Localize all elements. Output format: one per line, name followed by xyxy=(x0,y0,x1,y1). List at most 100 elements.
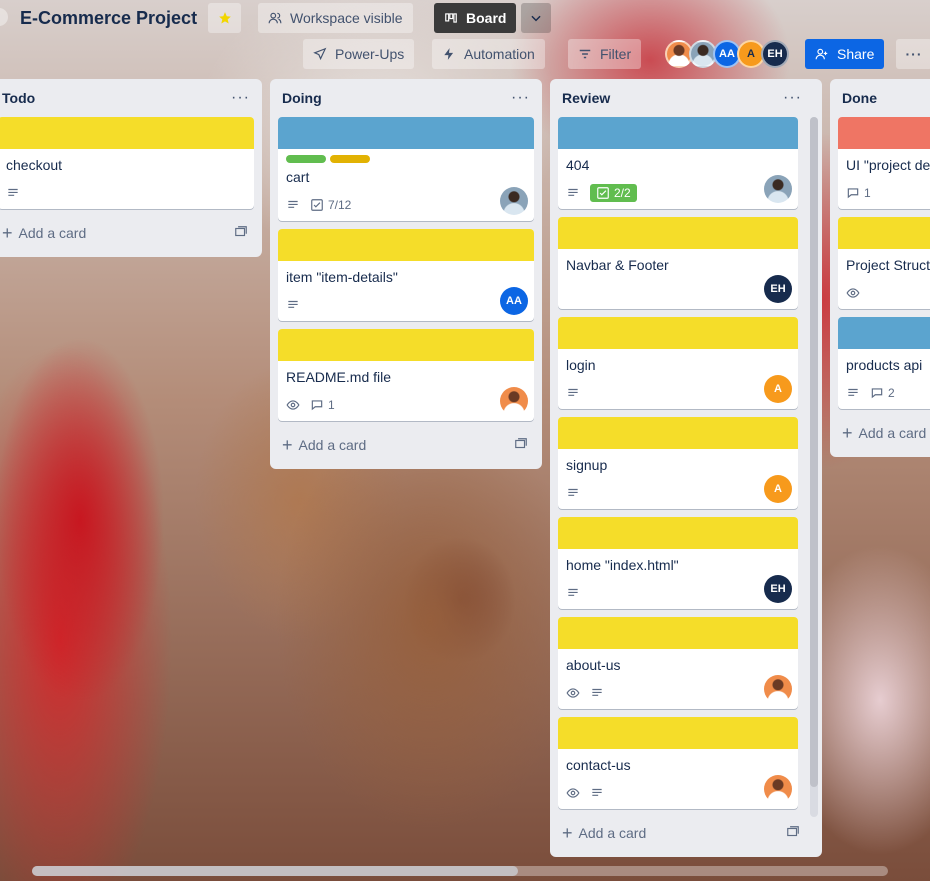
list-done-viewport: Done ··· UI "project de 1 Project Struct… xyxy=(830,79,930,479)
share-label: Share xyxy=(837,46,875,62)
add-card-label: Add a card xyxy=(18,225,87,241)
filter-button[interactable]: Filter xyxy=(568,39,642,69)
board-scrollbar-thumb[interactable] xyxy=(32,866,518,876)
checklist-count: 2/2 xyxy=(614,186,631,200)
chevron-down-icon xyxy=(531,15,541,22)
board-scrollbar[interactable] xyxy=(32,866,888,876)
card-member-avatar-a[interactable]: A xyxy=(764,375,792,403)
card-label-green xyxy=(286,155,326,163)
checklist-complete-badge: 2/2 xyxy=(590,184,637,202)
card-title: item "item-details" xyxy=(286,269,398,285)
workspace-icon-partial[interactable] xyxy=(0,8,8,26)
filter-label: Filter xyxy=(600,46,632,62)
card-title: checkout xyxy=(6,157,63,173)
card[interactable]: login A xyxy=(558,317,798,409)
add-card-button[interactable]: + Add a card xyxy=(838,417,930,449)
board-menu-button[interactable]: ··· xyxy=(896,39,930,69)
checklist-badge: 7/12 xyxy=(310,198,351,212)
comment-icon xyxy=(847,188,859,199)
lightning-icon xyxy=(444,48,454,60)
card-member-avatar-eh[interactable]: EH xyxy=(764,275,792,303)
card[interactable]: UI "project de 1 xyxy=(838,117,930,209)
card-cover xyxy=(558,317,798,349)
card-member-avatar-aa[interactable]: AA xyxy=(500,287,528,315)
comment-badge: 2 xyxy=(870,386,895,400)
card-member-avatar[interactable] xyxy=(500,387,528,415)
workspace-visibility-label: Workspace visible xyxy=(290,10,403,26)
star-button[interactable] xyxy=(208,3,241,33)
card-cover xyxy=(838,217,930,249)
board-title[interactable]: E-Commerce Project xyxy=(20,8,197,29)
card-template-icon[interactable] xyxy=(786,825,800,842)
view-switcher-button[interactable] xyxy=(521,3,551,33)
card-cover xyxy=(558,617,798,649)
list-todo: Todo ··· checkout + Add a card xyxy=(0,79,262,257)
checklist-count: 7/12 xyxy=(328,198,352,212)
card-member-avatar[interactable] xyxy=(764,675,792,703)
comment-count: 1 xyxy=(864,186,871,200)
list-menu-icon[interactable]: ··· xyxy=(511,89,530,107)
card-member-avatar[interactable] xyxy=(764,775,792,803)
card-cover xyxy=(278,117,534,149)
card[interactable]: 404 2/2 xyxy=(558,117,798,209)
list-scrollbar-thumb[interactable] xyxy=(810,117,818,787)
card[interactable]: README.md file 1 xyxy=(278,329,534,421)
card[interactable]: contact-us xyxy=(558,717,798,809)
board-view-button[interactable]: Board xyxy=(434,3,517,33)
list-title[interactable]: Doing xyxy=(278,90,322,106)
list-scrollbar[interactable] xyxy=(810,117,818,817)
card[interactable]: signup A xyxy=(558,417,798,509)
description-icon xyxy=(590,786,604,800)
add-person-icon xyxy=(815,48,828,60)
list-menu-icon[interactable]: ··· xyxy=(783,89,802,107)
description-icon xyxy=(286,198,300,212)
card-member-avatar-a[interactable]: A xyxy=(764,475,792,503)
card-title: cart xyxy=(286,169,310,185)
card[interactable]: home "index.html" EH xyxy=(558,517,798,609)
plus-icon: + xyxy=(282,435,293,455)
people-icon xyxy=(268,12,282,24)
description-icon xyxy=(566,186,580,200)
card-member-avatar-eh[interactable]: EH xyxy=(764,575,792,603)
description-icon xyxy=(6,186,20,200)
card[interactable]: item "item-details" AA xyxy=(278,229,534,321)
share-button[interactable]: Share xyxy=(805,39,885,69)
card[interactable]: Navbar & Footer EH xyxy=(558,217,798,309)
add-card-button[interactable]: + Add a card xyxy=(278,429,534,461)
board-view-label: Board xyxy=(466,10,507,26)
checklist-icon xyxy=(311,199,323,211)
checklist-icon xyxy=(597,187,609,199)
card[interactable]: checkout xyxy=(0,117,254,209)
card-cover xyxy=(278,329,534,361)
member-avatar-eh[interactable]: EH xyxy=(761,40,789,68)
review-cards-scroll[interactable]: 404 2/2 Navbar & Footer EH login A signu… xyxy=(558,117,806,817)
card-template-icon[interactable] xyxy=(514,437,528,454)
card-member-avatar[interactable] xyxy=(764,175,792,203)
card-template-icon[interactable] xyxy=(234,225,248,242)
add-card-button[interactable]: + Add a card xyxy=(0,217,254,249)
card[interactable]: cart 7/12 xyxy=(278,117,534,221)
automation-label: Automation xyxy=(464,46,535,62)
comment-badge: 1 xyxy=(310,398,335,412)
card[interactable]: about-us xyxy=(558,617,798,709)
card-title: login xyxy=(566,357,596,373)
list-title[interactable]: Review xyxy=(558,90,610,106)
workspace-visibility-button[interactable]: Workspace visible xyxy=(258,3,413,33)
comment-count: 2 xyxy=(888,386,895,400)
list-menu-icon[interactable]: ··· xyxy=(231,89,250,107)
card-title: Navbar & Footer xyxy=(566,257,669,273)
card[interactable]: Project Structu xyxy=(838,217,930,309)
description-icon xyxy=(566,486,580,500)
card-cover xyxy=(0,117,254,149)
card-title: Project Structu xyxy=(846,257,930,273)
add-card-button[interactable]: + Add a card xyxy=(558,817,806,849)
card[interactable]: products api 2 xyxy=(838,317,930,409)
power-ups-button[interactable]: Power-Ups xyxy=(303,39,415,69)
list-doing: Doing ··· cart 7/12 item "item-details" … xyxy=(270,79,542,469)
eye-icon xyxy=(566,686,580,700)
automation-button[interactable]: Automation xyxy=(432,39,545,69)
list-title[interactable]: Todo xyxy=(0,90,35,106)
list-title[interactable]: Done xyxy=(838,90,877,106)
card-cover xyxy=(278,229,534,261)
card-member-avatar[interactable] xyxy=(500,187,528,215)
